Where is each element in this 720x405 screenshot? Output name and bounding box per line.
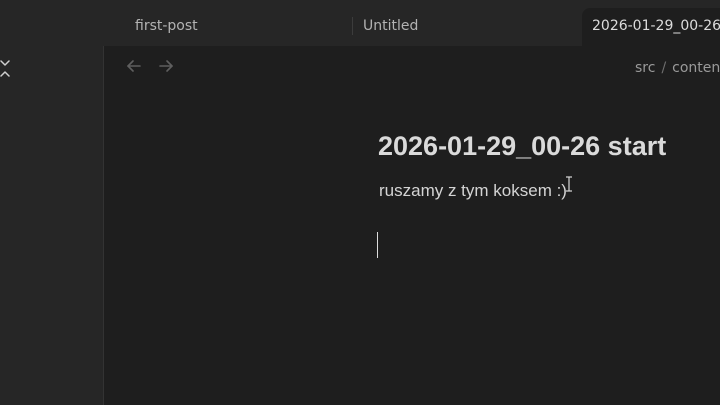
breadcrumb-separator: / (661, 60, 667, 76)
tab-label: first-post (135, 18, 198, 34)
tab-untitled[interactable]: Untitled (352, 8, 582, 46)
tab-first-post[interactable]: first-post (104, 8, 352, 46)
tab-label: Untitled (363, 18, 419, 34)
breadcrumb-item-src[interactable]: src (635, 60, 655, 76)
app-window: first-post Untitled 2026-01-29_00-26 sta… (0, 0, 720, 405)
note-title[interactable]: 2026-01-29_00-26 start (378, 126, 666, 166)
note-paragraph[interactable]: ruszamy z tym koksem :) (379, 178, 567, 204)
tab-bar: first-post Untitled 2026-01-29_00-26 sta… (0, 0, 720, 46)
arrow-left-icon[interactable] (124, 56, 144, 76)
left-sidebar (0, 46, 104, 405)
chevrons-collapse-icon[interactable] (0, 58, 14, 80)
ibeam-cursor-icon (564, 175, 574, 193)
breadcrumb-item-content[interactable]: content (672, 60, 720, 76)
arrow-right-icon[interactable] (156, 56, 176, 76)
text-caret (377, 232, 378, 258)
tab-active-note[interactable]: 2026-01-29_00-26 start (582, 8, 720, 46)
breadcrumb: src / content (635, 58, 720, 78)
tab-label: 2026-01-29_00-26 start (592, 18, 720, 34)
